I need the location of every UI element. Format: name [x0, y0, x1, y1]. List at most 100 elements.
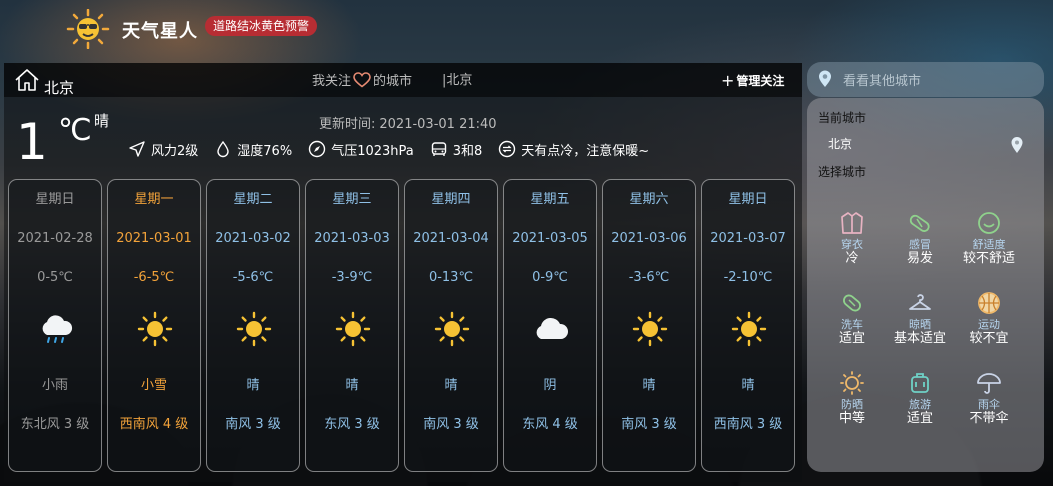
rain-icon	[42, 315, 73, 343]
forecast-weekday: 星期五	[530, 192, 570, 207]
forecast-weather: 晴	[345, 378, 359, 393]
sunscreen-icon	[840, 371, 864, 395]
forecast-temp-range: -6-5℃	[133, 270, 175, 285]
life-index-value: 基本适宜	[893, 331, 946, 346]
forecast-weather: 晴	[642, 378, 656, 393]
app-title: 天气星人	[122, 21, 198, 42]
drop-icon	[217, 140, 229, 158]
forecast-day[interactable]: 星期二 2021-03-02 -5-6℃ 晴 南风 3 级	[206, 179, 300, 472]
logo-sun-icon	[66, 9, 110, 49]
sun-icon	[335, 311, 371, 347]
life-index-value: 适宜	[906, 411, 933, 426]
forecast-day[interactable]: 星期三 2021-03-03 -3-9℃ 晴 东风 3 级	[305, 179, 399, 472]
life-index-cold[interactable]: 感冒 易发	[880, 210, 960, 267]
forecast-weekday: 星期三	[332, 192, 372, 207]
followed-city-link[interactable]: |北京	[442, 72, 472, 90]
location-pin-icon[interactable]	[1010, 136, 1024, 154]
life-index-comfort[interactable]: 舒适度 较不舒适	[949, 210, 1029, 267]
temperature-unit: ℃	[58, 113, 92, 148]
city-search-input[interactable]	[843, 69, 1033, 91]
manage-follow-button[interactable]: + 管理关注	[721, 73, 784, 89]
life-index-value: 较不舒适	[962, 251, 1015, 266]
forecast-weather: 晴	[246, 378, 260, 393]
forecast-date: 2021-03-06	[611, 231, 687, 246]
forecast-weather: 晴	[444, 378, 458, 393]
forecast-list: 星期日 2021-02-28 0-5℃ 小雨 东北风 3 级 星期一 2021-…	[8, 179, 800, 473]
current-metrics: 风力2级 湿度76% 气压1023hPa 3和8 天有点冷，注意保暖~	[128, 138, 665, 160]
life-index-travel[interactable]: 旅游 适宜	[880, 370, 960, 427]
forecast-wind: 东风 3 级	[324, 417, 380, 432]
forecast-day[interactable]: 星期五 2021-03-05 0-9℃ 阴 东风 4 级	[503, 179, 597, 472]
follow-prefix: 我关注	[312, 74, 352, 89]
life-index-name: 感冒	[909, 238, 931, 251]
heart-icon[interactable]	[353, 72, 371, 88]
life-index-name: 晾晒	[909, 318, 931, 331]
forecast-temp-range: 0-5℃	[37, 270, 73, 285]
sun-icon	[632, 311, 668, 347]
life-index-umbrella[interactable]: 雨伞 不带伞	[949, 370, 1029, 427]
metric-pressure: 气压1023hPa	[308, 140, 414, 159]
forecast-weather: 小雪	[140, 378, 167, 393]
life-index-value: 不带伞	[969, 411, 1009, 426]
forecast-weekday: 星期四	[431, 192, 471, 207]
forecast-wind: 南风 3 级	[621, 417, 677, 432]
metric-traffic-text: 3和8	[452, 143, 483, 159]
forecast-weather: 小雨	[41, 378, 68, 393]
cloud-icon	[536, 317, 569, 339]
current-city-label: 当前城市	[818, 111, 867, 125]
metric-humidity-text: 湿度76%	[237, 143, 293, 159]
forecast-date: 2021-03-05	[512, 231, 588, 246]
forecast-temp-range: -5-6℃	[232, 270, 274, 285]
forecast-temp-range: 0-13℃	[428, 270, 474, 285]
forecast-day[interactable]: 星期日 2021-02-28 0-5℃ 小雨 东北风 3 级	[8, 179, 102, 472]
forecast-day[interactable]: 星期六 2021-03-06 -3-6℃ 晴 南风 3 级	[602, 179, 696, 472]
forecast-date: 2021-03-07	[710, 231, 786, 246]
metric-wind-text: 风力2级	[151, 143, 199, 159]
forecast-temp-range: -3-9℃	[331, 270, 373, 285]
life-index-drying[interactable]: 晾晒 基本适宜	[880, 290, 960, 347]
forecast-wind: 西南风 3 级	[713, 417, 783, 432]
smile-icon	[978, 212, 1000, 234]
forecast-weekday: 星期日	[728, 192, 768, 207]
life-index-sport[interactable]: 运动 较不宜	[949, 290, 1029, 347]
forecast-date: 2021-03-01	[116, 231, 192, 246]
pill-icon	[909, 214, 930, 232]
coat-icon	[841, 212, 863, 234]
top-bar: 北京 我关注 的城市 |北京 + 管理关注	[4, 63, 802, 97]
wind-arrow-icon	[129, 141, 145, 157]
followed-cities: 我关注 的城市	[312, 72, 412, 91]
sun-icon	[236, 311, 272, 347]
life-index-name: 旅游	[909, 398, 931, 411]
forecast-day[interactable]: 星期四 2021-03-04 0-13℃ 晴 南风 3 级	[404, 179, 498, 472]
life-index-value: 易发	[906, 251, 933, 266]
forecast-day[interactable]: 星期一 2021-03-01 -6-5℃ 小雪 西南风 4 级	[107, 179, 201, 472]
capsule-icon	[843, 294, 861, 312]
metric-wind: 风力2级	[128, 140, 198, 159]
sun-icon	[731, 311, 767, 347]
sun-icon	[137, 311, 173, 347]
forecast-date: 2021-03-02	[215, 231, 291, 246]
weather-alert-badge[interactable]: 道路结冰黄色预警	[205, 16, 318, 36]
forecast-temp-range: -3-6℃	[628, 270, 670, 285]
forecast-wind: 西南风 4 级	[119, 417, 189, 432]
forecast-wind: 南风 3 级	[423, 417, 479, 432]
forecast-weekday: 星期六	[629, 192, 669, 207]
forecast-weather: 阴	[543, 378, 557, 393]
forecast-day[interactable]: 星期日 2021-03-07 -2-10℃ 晴 西南风 3 级	[701, 179, 795, 472]
forecast-weekday: 星期日	[35, 192, 75, 207]
compass-icon	[308, 140, 326, 158]
current-city-item[interactable]: 北京	[828, 136, 852, 152]
life-index-name: 雨伞	[978, 398, 1000, 411]
city-search-box	[807, 62, 1044, 97]
forecast-temp-range: -2-10℃	[723, 270, 773, 285]
life-index-name: 运动	[978, 318, 1000, 331]
metric-comfort-text: 天有点冷，注意保暖~	[521, 143, 650, 159]
forecast-wind: 东北风 3 级	[20, 417, 90, 432]
comfort-icon	[499, 140, 516, 158]
current-condition: 晴	[94, 112, 110, 130]
metric-pressure-text: 气压1023hPa	[331, 143, 414, 159]
forecast-weather: 晴	[741, 378, 755, 393]
forecast-weekday: 星期一	[134, 192, 174, 207]
home-icon[interactable]	[14, 68, 40, 92]
current-city-title: 北京	[44, 79, 75, 97]
